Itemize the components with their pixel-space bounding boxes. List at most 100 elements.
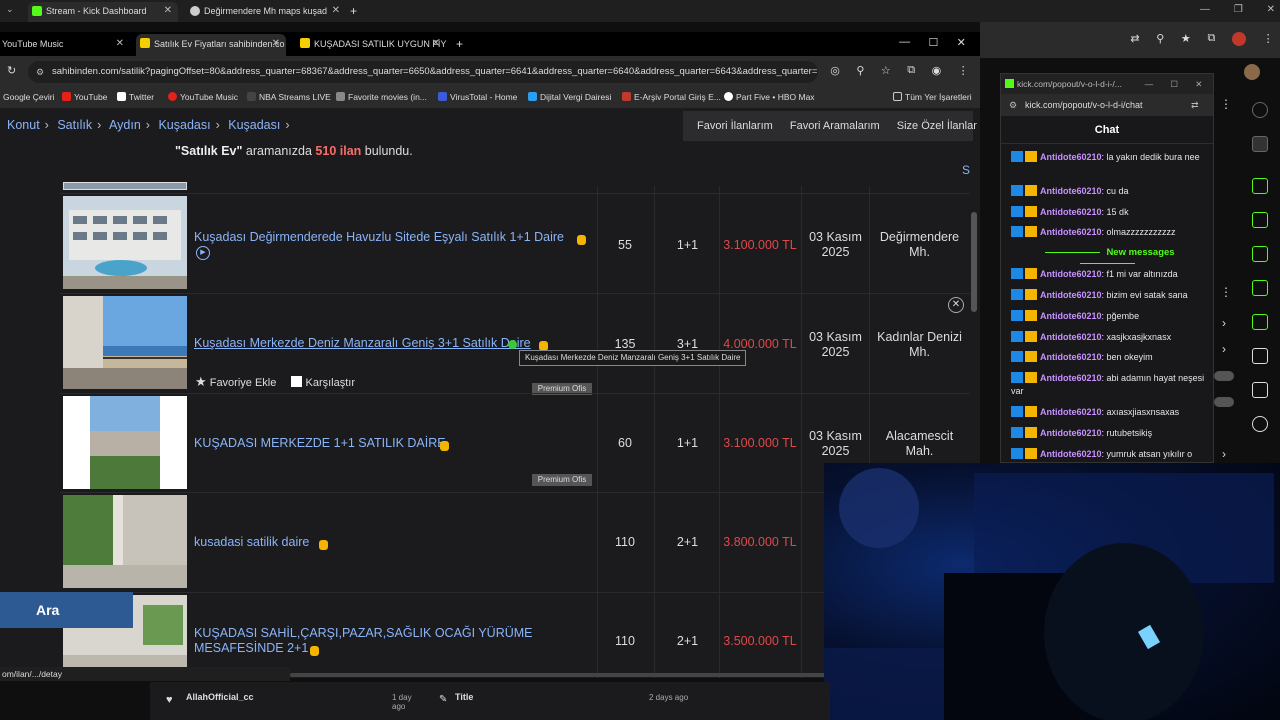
bookmark-item[interactable]: Google Çeviri — [3, 92, 55, 102]
bookmark-item[interactable]: Favorite movies (in... — [336, 92, 427, 102]
bookmark-item[interactable]: Twitter — [117, 92, 154, 102]
close-icon[interactable]: ✕ — [116, 34, 124, 54]
minimize-icon[interactable]: — — [1145, 74, 1154, 94]
minimize-icon[interactable]: — — [1200, 4, 1210, 15]
breadcrumb-item[interactable]: Konut — [7, 118, 40, 132]
tab-youtube-music[interactable]: YouTube Music ✕ — [0, 34, 130, 56]
chat-username[interactable]: Antidote60210 — [1040, 332, 1102, 342]
tab-maps[interactable]: Değirmendere Mh maps kuşad ✕ — [186, 2, 346, 22]
minimize-icon[interactable]: — — [899, 36, 910, 49]
avatar[interactable] — [1244, 64, 1260, 80]
new-tab-button[interactable]: + — [452, 34, 472, 56]
breadcrumb-item[interactable]: Satılık — [57, 118, 92, 132]
chevron-right-icon[interactable]: › — [1222, 342, 1226, 356]
chat-username[interactable]: Antidote60210 — [1040, 428, 1102, 438]
favorite-listings-link[interactable]: Favori İlanlarım — [697, 120, 773, 132]
tab-list-icon[interactable]: ⌄ — [6, 4, 14, 15]
listing-title[interactable]: KUŞADASI MERKEZDE 1+1 SATILIK DAİRE — [194, 436, 594, 451]
site-info-icon[interactable]: ⚙ — [1009, 94, 1017, 116]
profile-avatar[interactable] — [1231, 32, 1246, 46]
chat-username[interactable]: Antidote60210 — [1040, 407, 1102, 417]
stack-icon[interactable] — [1252, 348, 1268, 364]
extensions-icon[interactable]: ⧉ — [1207, 32, 1215, 46]
chat-username[interactable]: Antidote60210 — [1040, 290, 1102, 300]
breadcrumb-item[interactable]: Kuşadası — [228, 118, 280, 132]
menu-icon[interactable]: ⋮ — [958, 64, 969, 77]
eye-off-icon[interactable]: ◎ — [830, 64, 840, 77]
breadcrumb-item[interactable]: Aydın — [109, 118, 141, 132]
bookmark-item[interactable]: NBA Streams LIVE — [247, 92, 331, 102]
star-icon[interactable]: ☆ — [881, 64, 891, 77]
sort-link[interactable]: S — [962, 163, 970, 177]
maximize-icon[interactable]: ☐ — [928, 36, 938, 49]
chat-username[interactable]: Antidote60210 — [1040, 449, 1102, 459]
capture-icon[interactable] — [1252, 178, 1268, 194]
compare-checkbox[interactable] — [291, 376, 303, 387]
close-icon[interactable]: ✕ — [957, 36, 966, 49]
zoom-icon[interactable]: ⚲ — [856, 64, 864, 77]
toggle-switch[interactable] — [1214, 397, 1234, 407]
broadcast-icon[interactable] — [1252, 314, 1268, 330]
close-icon[interactable]: ✕ — [272, 34, 280, 54]
activity-card[interactable]: ✎ Title 2 days ago — [435, 686, 695, 716]
chevron-right-icon[interactable]: › — [1222, 316, 1226, 330]
activity-card[interactable]: ♥ AllahOfficial_cc 1 day ago — [160, 686, 420, 716]
kebab-menu-icon[interactable]: ⋮ — [1220, 285, 1232, 299]
chat-username[interactable]: Antidote60210 — [1040, 186, 1102, 196]
bookmark-item[interactable]: E-Arşiv Portal Giriş E... — [622, 92, 721, 102]
special-listings-link[interactable]: Size Özel İlanlar — [897, 120, 977, 132]
chat-username[interactable]: Antidote60210 — [1040, 152, 1102, 162]
translate-icon[interactable]: ⇄ — [1191, 94, 1199, 116]
toggle-switch[interactable] — [1214, 371, 1234, 381]
edit-icon[interactable] — [1252, 136, 1268, 152]
wrench-icon[interactable] — [1252, 382, 1268, 398]
tab-kusadasi[interactable]: KUŞADASI SATILIK UYGUN FİYA ✕ — [296, 34, 446, 56]
chevron-right-icon[interactable]: › — [1222, 447, 1226, 461]
chat-username[interactable]: Antidote60210 — [1040, 352, 1102, 362]
bookmark-item[interactable]: Part Five • HBO Max — [724, 92, 815, 102]
chat-url-bar[interactable]: ⚙ kick.com/popout/v-o-l-d-i/chat ⇄ — [1001, 94, 1213, 116]
bookmark-item[interactable]: YouTube Music — [168, 92, 238, 102]
close-icon[interactable]: ✕ — [1195, 74, 1202, 94]
translate-icon[interactable]: ⇄ — [1130, 32, 1139, 46]
chat-username[interactable]: Antidote60210 — [1040, 269, 1102, 279]
bookmark-item[interactable]: YouTube — [62, 92, 107, 102]
chat-username[interactable]: Antidote60210 — [1040, 373, 1102, 383]
close-icon[interactable]: ✕ — [1267, 4, 1275, 15]
search-button[interactable]: Ara — [0, 592, 133, 628]
restore-icon[interactable]: ❐ — [1234, 4, 1243, 15]
profile-icon[interactable]: ◉ — [932, 64, 942, 77]
listing-thumbnail[interactable] — [63, 196, 187, 289]
extensions-icon[interactable]: ⧉ — [907, 64, 915, 77]
site-info-icon[interactable]: ⚙ — [36, 61, 44, 83]
star-icon[interactable]: ★ — [1181, 32, 1191, 46]
play-video-icon[interactable]: ▶ — [196, 246, 210, 260]
listing-thumbnail[interactable] — [63, 296, 187, 389]
listing-thumbnail[interactable] — [63, 396, 187, 489]
scrollbar-thumb[interactable] — [971, 212, 977, 312]
close-icon[interactable]: ✕ — [164, 2, 172, 20]
reload-icon[interactable]: ↻ — [7, 64, 16, 77]
zoom-icon[interactable]: ⚲ — [1156, 32, 1164, 46]
favorite-button[interactable]: Favoriye Ekle — [210, 377, 277, 389]
breadcrumb-item[interactable]: Kuşadası — [158, 118, 210, 132]
kebab-menu-icon[interactable]: ⋮ — [1220, 97, 1232, 111]
apps-icon[interactable] — [1252, 416, 1268, 432]
bookmark-item[interactable]: VirusTotal - Home — [438, 92, 517, 102]
url-field[interactable]: ⚙ sahibinden.com/satilik?pagingOffset=80… — [28, 61, 818, 83]
close-icon[interactable]: ✕ — [948, 297, 964, 313]
all-bookmarks[interactable]: Tüm Yer İşaretleri — [893, 92, 972, 102]
tab-sahibinden[interactable]: Satılık Ev Fiyatları sahibinden.co ✕ — [136, 34, 286, 56]
lightning-icon[interactable] — [1252, 212, 1268, 228]
menu-icon[interactable]: ⋮ — [1263, 32, 1274, 46]
chat-icon[interactable] — [1252, 280, 1268, 296]
chat-username[interactable]: Antidote60210 — [1040, 207, 1102, 217]
listing-title[interactable]: kusadasi satilik daire — [194, 535, 594, 550]
maximize-icon[interactable]: ☐ — [1170, 74, 1178, 94]
note-icon[interactable] — [1252, 246, 1268, 262]
listing-thumbnail[interactable] — [63, 182, 187, 190]
close-icon[interactable]: ✕ — [432, 34, 440, 54]
listing-row[interactable]: Kuşadası Değirmenderede Havuzlu Sitede E… — [60, 193, 970, 292]
listing-thumbnail[interactable] — [63, 495, 187, 588]
tab-kick-dashboard[interactable]: Stream - Kick Dashboard ✕ — [28, 2, 178, 22]
